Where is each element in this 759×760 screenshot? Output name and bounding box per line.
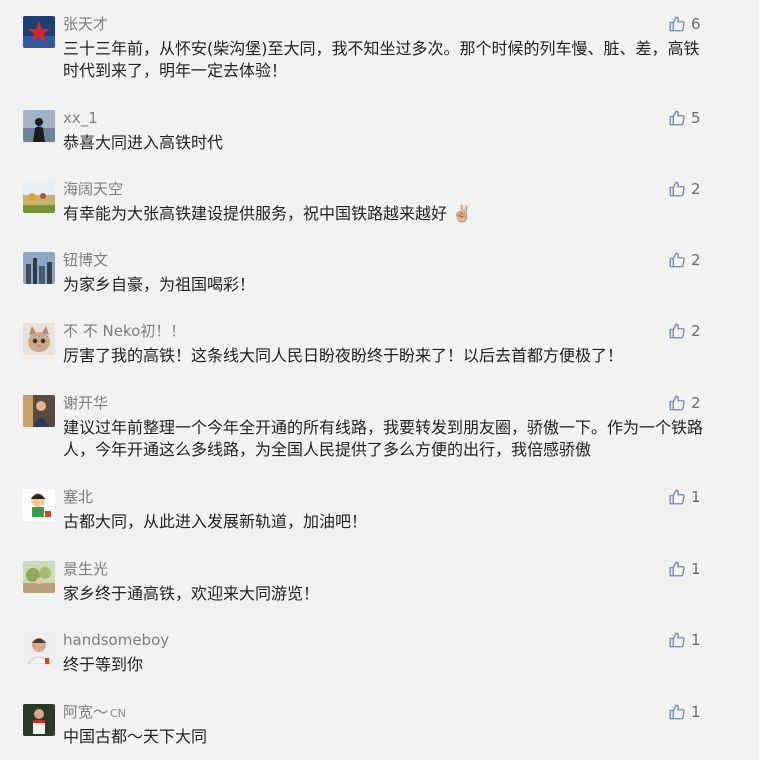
red-star-avatar[interactable] — [23, 16, 55, 48]
like-button[interactable]: 1 — [668, 559, 701, 579]
comment-text: 恭喜大同进入高铁时代 — [63, 133, 224, 152]
thumbs-up-icon — [669, 252, 685, 268]
thumbs-up-icon — [669, 181, 685, 197]
comment-text: 为家乡自豪，为祖国喝彩！ — [63, 275, 256, 294]
like-count: 1 — [691, 488, 701, 506]
like-button[interactable]: 2 — [668, 179, 701, 199]
comment-text: 中国古都～天下大同 — [63, 727, 208, 746]
commenter-name[interactable]: 不 不 Neko初！！ — [63, 321, 185, 341]
comment-list: 张天才 6 三十三年前，从怀安(柴沟堡)至大同，我不知坐过多次。那个时候的列车慢… — [0, 0, 759, 760]
thumbs-up-icon — [669, 704, 685, 720]
like-button[interactable]: 5 — [668, 108, 701, 128]
like-count: 1 — [691, 631, 701, 649]
commenter-name[interactable]: handsomeboy — [63, 630, 169, 650]
like-count: 1 — [691, 703, 701, 721]
like-count: 6 — [691, 15, 701, 33]
like-button[interactable]: 2 — [668, 321, 701, 341]
cartoon-avatar[interactable] — [23, 489, 55, 521]
comment-text: 家乡终于通高铁，欢迎来大同游览！ — [63, 584, 320, 603]
thumbs-up-icon — [669, 16, 685, 32]
commenter-name[interactable]: 景生光 — [63, 559, 108, 579]
like-count: 5 — [691, 109, 701, 127]
comment-text-body: 有幸能为大张高铁建设提供服务，祝中国铁路越来越好 — [63, 204, 448, 223]
commenter-name[interactable]: xx_1 — [63, 108, 98, 128]
like-count: 2 — [691, 322, 701, 340]
man-portrait-avatar[interactable] — [23, 632, 55, 664]
like-count: 2 — [691, 251, 701, 269]
thumbs-up-icon — [669, 561, 685, 577]
thumbs-up-icon — [669, 323, 685, 339]
like-button[interactable]: 2 — [668, 250, 701, 270]
like-button[interactable]: 6 — [668, 14, 701, 34]
commenter-name[interactable]: 阿宽～ CN — [63, 702, 126, 724]
comment-text: 古都大同，从此进入发展新轨道，加油吧！ — [63, 512, 368, 531]
commenter-name[interactable]: 谢开华 — [63, 393, 108, 413]
like-button[interactable]: 1 — [668, 487, 701, 507]
victory-hand-emoji-icon: ✌🏼 — [452, 204, 473, 223]
thumbs-up-icon — [669, 632, 685, 648]
thumbs-up-icon — [669, 489, 685, 505]
comment-text: 终于等到你 — [63, 655, 144, 674]
person-photo-avatar[interactable] — [23, 395, 55, 427]
commenter-name[interactable]: 张天才 — [63, 14, 108, 34]
commenter-name[interactable]: 海阔天空 — [63, 179, 123, 199]
like-count: 1 — [691, 560, 701, 578]
name-suffix: CN — [110, 707, 126, 720]
field-landscape-avatar[interactable] — [23, 181, 55, 213]
thumbs-up-icon — [669, 395, 685, 411]
like-button[interactable]: 1 — [668, 702, 701, 722]
comment-text: 厉害了我的高铁！这条线大同人民日盼夜盼终于盼来了！以后去首都方便极了！ — [63, 346, 624, 365]
like-count: 2 — [691, 180, 701, 198]
comment-text: 有幸能为大张高铁建设提供服务，祝中国铁路越来越好 ✌🏼 — [63, 203, 703, 225]
comment-text: 三十三年前，从怀安(柴沟堡)至大同，我不知坐过多次。那个时候的列车慢、脏、差，高… — [63, 39, 700, 80]
like-button[interactable]: 2 — [668, 393, 701, 413]
comment-text: 建议过年前整理一个今年全开通的所有线路，我要转发到朋友圈，骄傲一下。作为一个铁路… — [63, 418, 704, 459]
commenter-name-text: 阿宽～ — [63, 703, 109, 721]
commenter-name[interactable]: 塞北 — [63, 487, 93, 507]
like-count: 2 — [691, 394, 701, 412]
commenter-name[interactable]: 钮博文 — [63, 250, 108, 270]
city-skyline-avatar[interactable] — [23, 252, 55, 284]
like-button[interactable]: 1 — [668, 630, 701, 650]
soccer-player-avatar[interactable] — [23, 704, 55, 736]
garden-avatar[interactable] — [23, 561, 55, 593]
cat-avatar[interactable] — [23, 323, 55, 355]
thumbs-up-icon — [669, 110, 685, 126]
person-silhouette-avatar[interactable] — [23, 110, 55, 142]
